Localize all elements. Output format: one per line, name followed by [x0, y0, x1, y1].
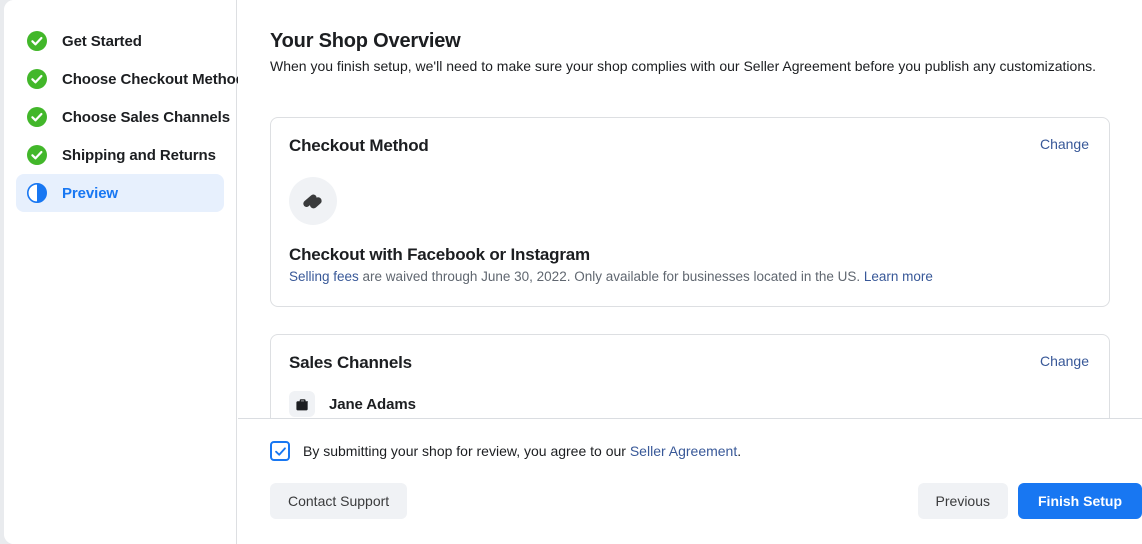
finish-setup-button[interactable]: Finish Setup	[1018, 483, 1142, 519]
half-circle-icon	[26, 182, 48, 204]
setup-sidebar: Get Started Choose Checkout Method Choos…	[4, 0, 245, 544]
sales-channels-card: Sales Channels Change Jane Adams	[270, 334, 1110, 418]
checkout-method-name: Checkout with Facebook or Instagram	[289, 245, 590, 264]
checkout-method-card: Checkout Method Change Checkout with Fac…	[270, 117, 1110, 307]
check-circle-icon	[26, 106, 48, 128]
seller-agreement-link[interactable]: Seller Agreement	[630, 443, 737, 459]
sidebar-step-label: Get Started	[62, 32, 142, 50]
sidebar-step-label: Choose Checkout Method	[62, 70, 245, 88]
card-title: Checkout Method	[289, 136, 429, 155]
sidebar-step-label: Shipping and Returns	[62, 146, 216, 164]
meta-checkout-icon	[289, 177, 337, 225]
agreement-text-end: .	[737, 443, 742, 459]
sidebar-step-preview[interactable]: Preview	[16, 174, 224, 212]
sidebar-step-get-started[interactable]: Get Started	[16, 22, 224, 60]
card-header: Sales Channels Change	[289, 353, 1089, 373]
sidebar-step-choose-sales-channels[interactable]: Choose Sales Channels	[16, 98, 230, 136]
footer-button-row: Contact Support Previous Finish Setup	[238, 461, 1142, 519]
selling-fees-link[interactable]: Selling fees	[289, 269, 359, 284]
agreement-text-start: By submitting your shop for review, you …	[303, 443, 630, 459]
seller-agreement-checkbox[interactable]	[270, 441, 290, 461]
sidebar-step-label: Choose Sales Channels	[62, 108, 230, 126]
briefcase-icon	[289, 391, 315, 417]
checkout-method-description: Selling fees are waived through June 30,…	[289, 268, 1089, 286]
checkout-description-text: are waived through June 30, 2022. Only a…	[358, 269, 864, 284]
check-circle-icon	[26, 68, 48, 90]
change-checkout-method-link[interactable]: Change	[1040, 136, 1089, 152]
sales-channel-row[interactable]: Jane Adams	[289, 391, 1089, 417]
content-header: Your Shop Overview When you finish setup…	[238, 0, 1142, 75]
sidebar-step-label: Preview	[62, 184, 119, 202]
card-title: Sales Channels	[289, 353, 412, 372]
cards-scroll-area[interactable]: Checkout Method Change Checkout with Fac…	[238, 90, 1142, 419]
page-title: Your Shop Overview	[270, 30, 461, 52]
agreement-row: By submitting your shop for review, you …	[238, 420, 1142, 461]
dialog-footer: By submitting your shop for review, you …	[238, 420, 1142, 544]
sales-channel-name: Jane Adams	[329, 395, 416, 413]
agreement-text: By submitting your shop for review, you …	[303, 443, 741, 459]
check-circle-icon	[26, 30, 48, 52]
step-list: Get Started Choose Checkout Method Choos…	[4, 22, 245, 212]
previous-button[interactable]: Previous	[917, 483, 1008, 519]
setup-dialog: Get Started Choose Checkout Method Choos…	[4, 0, 1142, 544]
sidebar-step-shipping-and-returns[interactable]: Shipping and Returns	[16, 136, 224, 174]
sidebar-step-choose-checkout-method[interactable]: Choose Checkout Method	[16, 60, 245, 98]
learn-more-link[interactable]: Learn more	[864, 269, 933, 284]
change-sales-channels-link[interactable]: Change	[1040, 353, 1089, 369]
main-content: Your Shop Overview When you finish setup…	[238, 0, 1142, 544]
page-subtitle: When you finish setup, we'll need to mak…	[270, 58, 1096, 74]
card-header: Checkout Method Change	[289, 136, 1089, 156]
contact-support-button[interactable]: Contact Support	[270, 483, 408, 519]
check-circle-icon	[26, 144, 48, 166]
